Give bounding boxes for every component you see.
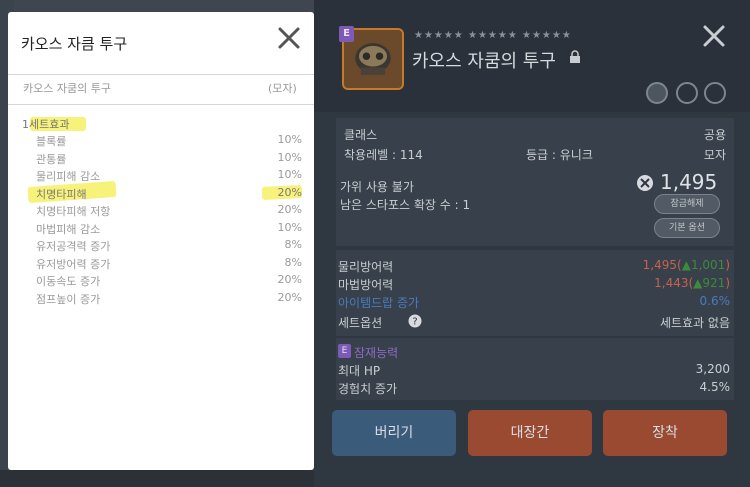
potential-row: 경험치 증가 4.5%: [336, 380, 734, 398]
potential-name: 경험치 증가: [338, 382, 398, 396]
item-type: (모자): [268, 82, 297, 95]
stat-value: 1,495(▲1,001): [642, 258, 730, 272]
effect-row: 치명타피해 20%: [36, 186, 302, 204]
stat-value: 0.6%: [699, 294, 731, 308]
potential-label: 잠재능력: [354, 346, 399, 360]
effect-row: 이동속도 증가 20%: [36, 273, 302, 291]
starforce-stars: ★★★★★ ★★★★★ ★★★★★: [414, 30, 572, 41]
level-label: 착용레벨 : 114: [344, 148, 423, 162]
item-name: 카오스 자쿰의 투구: [23, 82, 111, 95]
effect-label: 유저방어력 증가: [36, 257, 111, 271]
help-icon[interactable]: ?: [408, 314, 422, 328]
close-icon[interactable]: [277, 26, 301, 50]
potential-row: 최대 HP 3,200: [336, 362, 734, 380]
effect-row: 유저방어력 증가 8%: [36, 256, 302, 274]
close-icon[interactable]: [700, 22, 728, 50]
popup-title: 카오스 자큼 투구: [21, 35, 128, 53]
stat-label: 마법방어력: [338, 278, 394, 292]
effect-value: 20%: [277, 273, 302, 286]
item-title: 카오스 자쿰의 투구: [412, 51, 556, 72]
set-effect-label: 1세트효과: [22, 118, 70, 131]
effect-label: 유저공격력 증가: [36, 240, 111, 253]
share-icon[interactable]: [646, 82, 668, 104]
usage-section: 가위 사용 불가 남은 스타포스 확장 수 : 1 1,495 잠금해제 기본 …: [336, 170, 734, 246]
effect-row: 블록률 10%: [36, 133, 302, 151]
effect-value: 20%: [277, 203, 302, 216]
stat-label: 아이템드랍 증가: [338, 296, 420, 310]
effect-label: 마법피해 감소: [36, 222, 101, 236]
starforce-label: 남은 스타포스 확장 수 : 1: [340, 198, 471, 212]
effect-value: 20%: [277, 290, 302, 304]
effect-value: 10%: [277, 150, 302, 164]
stat-row: 아이템드랍 증가 0.6%: [336, 294, 734, 312]
effect-label: 점프높이 증가: [36, 292, 101, 306]
effect-label: 이동속도 증가: [36, 275, 101, 288]
potential-name: 최대 HP: [338, 364, 381, 378]
stat-value: 1,443(▲921): [654, 276, 730, 290]
blacksmith-button[interactable]: 대장간: [468, 410, 592, 456]
effect-value: 8%: [284, 255, 302, 269]
unlock-button[interactable]: 잠금해제: [654, 194, 720, 214]
potential-section: E 잠재능력 최대 HP 3,200 경험치 증가 4.5%: [336, 338, 734, 400]
effect-value: 10%: [277, 133, 302, 146]
set-option-label: 세트옵션: [338, 316, 383, 330]
base-option-button[interactable]: 기본 옵션: [654, 218, 720, 238]
stat-label: 물리방어력: [338, 260, 394, 274]
discard-button[interactable]: 버리기: [332, 410, 456, 456]
stats-section: 물리방어력 1,495(▲1,001) 마법방어력 1,443(▲921) 아이…: [336, 250, 734, 336]
class-label: 클래스: [344, 128, 378, 142]
lock-icon[interactable]: [568, 50, 582, 64]
item-detail-header: E ★★★★★ ★★★★★ ★★★★★ 카오스 자쿰의 투구: [314, 0, 750, 112]
compare-icon[interactable]: [676, 82, 698, 104]
effect-label: 치명타피해: [36, 187, 87, 201]
effect-value: 8%: [284, 238, 302, 251]
class-value: 공용: [703, 128, 726, 142]
class-section: 클래스 공용 착용레벨 : 114 등급 : 유니크 모자: [336, 118, 734, 170]
grade-label: 등급 : 유니크: [526, 148, 593, 162]
effect-row: 유저공격력 증가 8%: [36, 238, 302, 256]
effect-label: 치명타피해 저항: [36, 205, 111, 218]
combat-power: 1,495: [660, 170, 718, 194]
equip-button[interactable]: 장착: [603, 410, 727, 456]
type-value: 모자: [703, 148, 726, 162]
set-option-value: 세트효과 없음: [659, 316, 730, 330]
potential-value: 3,200: [695, 362, 730, 376]
effect-value: 20%: [277, 185, 302, 199]
set-effect-popup: 카오스 자큼 투구 카오스 자쿰의 투구 (모자) 1세트효과 블록률 10% …: [8, 12, 314, 470]
effect-label: 물리피해 감소: [36, 170, 101, 183]
divider: [8, 74, 314, 75]
effect-row: 치명타피해 저항 20%: [36, 203, 302, 221]
rarity-badge: E: [339, 26, 354, 42]
effect-label: 블록률: [36, 135, 67, 148]
stat-row: 마법방어력 1,443(▲921): [336, 276, 734, 294]
combat-power-icon: [637, 175, 653, 191]
settings-icon[interactable]: [704, 82, 726, 104]
potential-badge: E: [338, 344, 351, 358]
effect-label: 관통률: [36, 152, 67, 166]
effect-row: 마법피해 감소 10%: [36, 221, 302, 239]
effect-row: 관통률 10%: [36, 151, 302, 169]
potential-value: 4.5%: [699, 380, 731, 394]
effect-value: 10%: [277, 220, 302, 234]
scissors-label: 가위 사용 불가: [340, 180, 414, 194]
svg-text:?: ?: [412, 317, 417, 328]
effect-row: 물리피해 감소 10%: [36, 168, 302, 186]
effect-row: 점프높이 증가 20%: [36, 291, 302, 309]
divider: [8, 104, 314, 105]
stat-row: 물리방어력 1,495(▲1,001): [336, 258, 734, 276]
effect-value: 10%: [277, 168, 302, 181]
